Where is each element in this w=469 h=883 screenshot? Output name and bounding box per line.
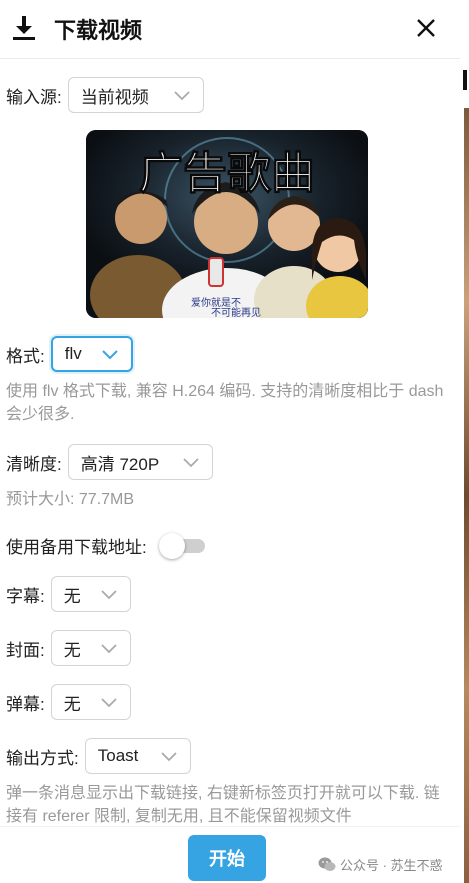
output-select[interactable]: Toast: [84, 738, 191, 774]
subtitle-value: 无: [63, 586, 81, 606]
cover-title-text: 广告歌曲: [139, 148, 315, 199]
page: 下载视频 输入源: 当前视频 广告歌曲 爱你就是不 不可能再见 格式: flv …: [0, 0, 469, 883]
format-label: 格式:: [6, 346, 45, 366]
quality-row: 清晰度: 高清 720P: [6, 444, 213, 480]
subtitle-select[interactable]: 无: [50, 576, 131, 612]
download-video-panel: 下载视频 输入源: 当前视频 广告歌曲 爱你就是不 不可能再见 格式: flv …: [0, 0, 461, 883]
video-cover-image: 广告歌曲 爱你就是不 不可能再见: [86, 130, 368, 318]
input-source-select[interactable]: 当前视频: [67, 77, 204, 113]
watermark-text: 公众号 · 苏生不惑: [340, 858, 443, 873]
panel-header: 下载视频: [0, 0, 460, 59]
chevron-down-icon: [174, 91, 190, 101]
format-value: flv: [64, 344, 82, 363]
backup-url-toggle[interactable]: [158, 532, 205, 559]
toggle-knob: [158, 532, 185, 559]
danmaku-row: 弹幕: 无: [6, 684, 131, 720]
download-icon: [13, 16, 35, 40]
subtitle-row: 字幕: 无: [6, 576, 131, 612]
cover-shirt-text-2: 不可能再见: [211, 306, 261, 318]
watermark: 公众号 · 苏生不惑: [318, 855, 443, 874]
backup-url-row: 使用备用下载地址:: [6, 532, 205, 559]
output-value: Toast: [97, 746, 139, 765]
output-hint: 弹一条消息显示出下载链接, 右键新标签页打开就可以下载. 链接有 referer…: [6, 785, 440, 825]
close-icon[interactable]: [415, 17, 437, 39]
cover-illustration: 广告歌曲 爱你就是不 不可能再见: [86, 130, 368, 318]
cover-option-row: 封面: 无: [6, 630, 131, 666]
input-source-label: 输入源:: [6, 87, 62, 107]
start-button[interactable]: 开始: [188, 835, 266, 881]
cover-option-label: 封面:: [6, 640, 45, 660]
cover-option-value: 无: [63, 640, 81, 660]
danmaku-value: 无: [63, 694, 81, 714]
danmaku-label: 弹幕:: [6, 694, 45, 714]
size-estimate: 预计大小: 77.7MB: [6, 491, 135, 508]
background-strip-image: [464, 108, 469, 883]
quality-value: 高清 720P: [80, 454, 160, 474]
backup-url-label: 使用备用下载地址:: [6, 538, 147, 557]
output-label: 输出方式:: [6, 748, 79, 768]
input-source-row: 输入源: 当前视频: [6, 77, 204, 113]
danmaku-select[interactable]: 无: [50, 684, 131, 720]
quality-select[interactable]: 高清 720P: [67, 444, 213, 480]
chevron-down-icon: [101, 590, 117, 600]
chevron-down-icon: [101, 644, 117, 654]
output-row: 输出方式: Toast: [6, 738, 191, 774]
wechat-icon: [318, 857, 336, 871]
chevron-down-icon: [102, 350, 118, 360]
panel-footer: 开始 公众号 · 苏生不惑: [0, 826, 460, 883]
chevron-down-icon: [183, 458, 199, 468]
background-page-strip: [460, 0, 469, 883]
subtitle-label: 字幕:: [6, 586, 45, 606]
background-strip-dark: [463, 70, 467, 90]
chevron-down-icon: [101, 698, 117, 708]
quality-label: 清晰度:: [6, 454, 62, 474]
format-hint: 使用 flv 格式下载, 兼容 H.264 编码. 支持的清晰度相比于 dash…: [6, 383, 444, 423]
input-source-value: 当前视频: [80, 87, 149, 107]
cover-option-select[interactable]: 无: [50, 630, 131, 666]
chevron-down-icon: [161, 752, 177, 762]
panel-title: 下载视频: [54, 18, 143, 43]
format-select[interactable]: flv: [50, 336, 133, 372]
format-row: 格式: flv: [6, 336, 133, 372]
